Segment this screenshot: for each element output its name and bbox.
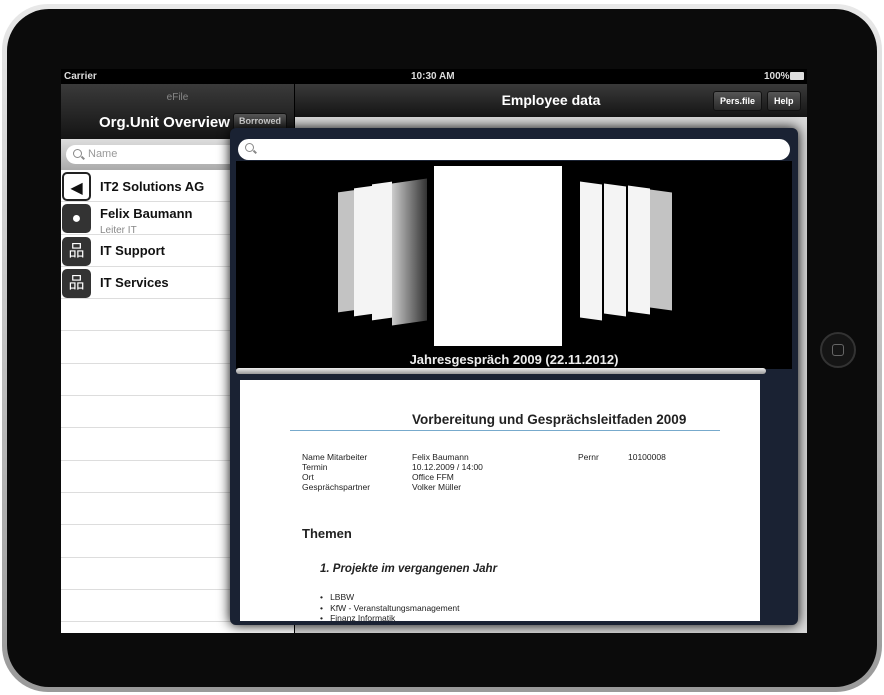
- org-chart-icon: 品: [62, 236, 91, 266]
- photo-thumbnail[interactable]: [392, 178, 427, 326]
- field-labels: Name Mitarbeiter Termin Ort Gesprächspartne…: [302, 452, 371, 492]
- help-button[interactable]: Help: [767, 91, 801, 111]
- search-icon: [73, 149, 82, 158]
- clock: 10:30 AM: [411, 71, 455, 82]
- title-rule: [290, 430, 720, 431]
- section-heading: Themen: [302, 526, 352, 541]
- document-thumbnail[interactable]: [650, 189, 672, 311]
- screen: Carrier 10:30 AM 100% eFile Org.Unit Ove…: [61, 69, 807, 633]
- right-header: Employee data Pers.file Help: [295, 84, 807, 117]
- document-preview[interactable]: Vorbereitung und Gesprächsleitfaden 2009…: [240, 380, 760, 621]
- document-title: Vorbereitung und Gesprächsleitfaden 2009: [412, 412, 687, 427]
- document-thumbnail[interactable]: [604, 183, 626, 317]
- field-values: Felix Baumann 10.12.2009 / 14:00 Office FF…: [412, 452, 483, 492]
- status-bar: Carrier 10:30 AM 100%: [61, 69, 807, 84]
- org-chart-icon: 品: [62, 268, 91, 298]
- battery-level: 100%: [764, 71, 790, 82]
- pers-file-popover: Jahresgespräch 2009 (22.11.2012) Vorbere…: [230, 128, 798, 625]
- document-thumbnail[interactable]: [580, 181, 602, 321]
- splitter-handle[interactable]: [236, 368, 766, 374]
- document-thumbnail-selected[interactable]: [434, 166, 562, 346]
- battery-icon: [790, 72, 804, 80]
- item-title: IT Support: [100, 242, 165, 258]
- document-caption: Jahresgespräch 2009 (22.11.2012): [409, 352, 619, 367]
- document-thumbnail[interactable]: [628, 185, 650, 315]
- person-icon: ●: [62, 204, 91, 234]
- subsection-heading: 1. Projekte im vergangenen Jahr: [320, 563, 498, 575]
- search-icon: [245, 143, 254, 152]
- back-arrow-icon: ◀: [62, 172, 91, 201]
- item-title: IT Services: [100, 274, 169, 290]
- pers-file-button[interactable]: Pers.file: [713, 91, 763, 111]
- carrier: Carrier: [64, 71, 97, 82]
- item-title: IT2 Solutions AG: [100, 179, 205, 194]
- pernr-value: 10100008: [628, 452, 666, 462]
- document-coverflow[interactable]: Jahresgespräch 2009 (22.11.2012): [236, 161, 792, 369]
- item-title: Felix Baumann: [100, 206, 193, 222]
- document-search-input[interactable]: [238, 139, 790, 160]
- document-thumbnail[interactable]: [354, 185, 374, 317]
- bullet-list: • LBBW • KfW - Veranstaltungsmanagement …: [320, 592, 460, 621]
- search-placeholder: Name: [88, 148, 118, 160]
- document-thumbnail[interactable]: [372, 181, 392, 321]
- pernr-label: Pernr: [578, 452, 599, 462]
- panel-title: Org.Unit Overview: [99, 114, 230, 131]
- home-button[interactable]: [820, 332, 856, 368]
- app-name: eFile: [166, 92, 189, 103]
